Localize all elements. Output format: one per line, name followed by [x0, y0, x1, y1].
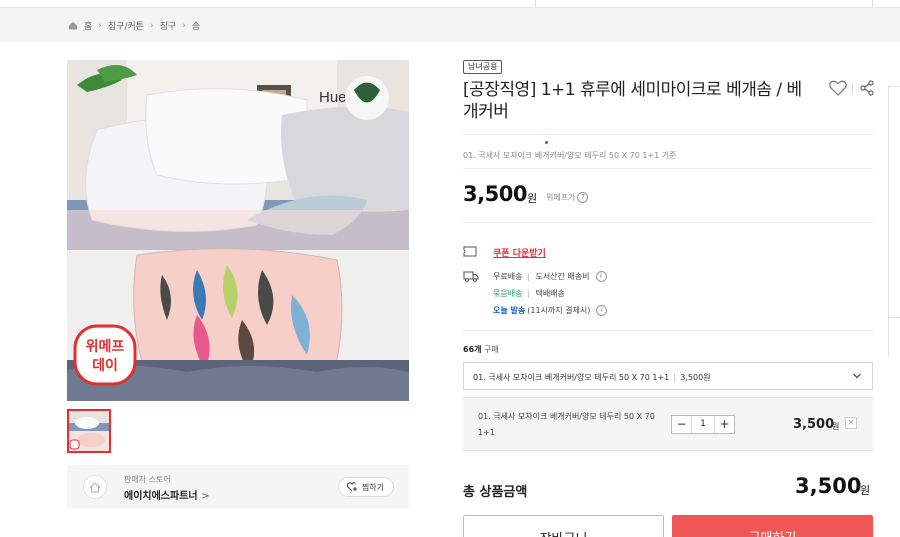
- quantity-value[interactable]: 1: [691, 416, 715, 433]
- side-rail-divider: [889, 317, 900, 318]
- selected-option-price-unit: 원: [832, 422, 840, 431]
- bookmark-label: 찜하기: [361, 482, 384, 492]
- selected-option-item: 01. 극세사 모자이크 베개커버/양모 테두리 50 X 70 1+1 − 1…: [463, 397, 873, 451]
- svg-text:데이: 데이: [92, 357, 118, 373]
- breadcrumb-bar: 홈 › 침구/커튼 › 침구 › 솜: [0, 8, 900, 42]
- buy-now-button[interactable]: 구매하기: [672, 515, 873, 537]
- info-icon[interactable]: i: [596, 305, 608, 316]
- product-photo: Hueruhe 위메프 데이: [67, 60, 409, 401]
- breadcrumb-item-home[interactable]: 홈: [84, 19, 92, 32]
- quantity-minus-button[interactable]: −: [672, 416, 691, 433]
- price-note-text: 위메프가: [546, 193, 576, 202]
- bookmark-store-button[interactable]: 찜하기: [337, 477, 394, 497]
- option-select-price: 3,500원: [680, 373, 711, 382]
- free-shipping-text: 무료배송: [493, 272, 523, 281]
- store-avatar: [83, 475, 107, 499]
- today-note-text: (11시까지 결제시): [527, 306, 591, 315]
- product-thumbnail[interactable]: [67, 409, 111, 453]
- chevron-down-icon: [853, 373, 861, 379]
- purchase-count-number: 66개: [463, 345, 482, 354]
- share-icon[interactable]: [860, 80, 874, 96]
- nav-divider: [872, 0, 873, 7]
- heart-icon[interactable]: [829, 80, 847, 96]
- today-dispatch-text: 오늘 발송: [493, 306, 526, 315]
- selected-option-price: 3,500: [793, 417, 835, 432]
- seller-store-box[interactable]: 판매자 스토어 에이치에스파트너 > 찜하기: [67, 465, 409, 509]
- top-nav-bar: [0, 0, 900, 8]
- shipping-row-bundle: 묶음배송 택배배송: [493, 288, 565, 299]
- option-select-text: 01. 극세사 모자이크 베개커버/양모 테두리 50 X 70 1+1: [473, 373, 670, 382]
- purchase-count-suffix: 구매: [484, 345, 499, 354]
- total-label: 총 상품금액: [463, 485, 528, 500]
- product-main-image[interactable]: Hueruhe 위메프 데이: [67, 60, 409, 401]
- quantity-plus-button[interactable]: +: [715, 416, 734, 433]
- nav-divider: [535, 0, 536, 7]
- separator: [528, 272, 530, 281]
- icon-divider: [852, 83, 853, 94]
- heart-plus-icon: [346, 482, 357, 492]
- price-note: 위메프가 ?: [546, 192, 589, 203]
- total-price-unit: 원: [860, 484, 871, 497]
- chevron-right-icon: >: [201, 491, 210, 502]
- product-title: [공장직영] 1+1 휴루에 세미마이크로 베개솜 / 베개커버: [463, 80, 802, 122]
- thumbnail-photo: [69, 411, 109, 451]
- coupon-icon: [463, 246, 477, 257]
- total-price: 3,500: [795, 474, 862, 498]
- breadcrumb-separator: ›: [182, 20, 186, 31]
- info-icon[interactable]: i: [595, 271, 607, 282]
- breadcrumb: 홈 › 침구/커튼 › 침구 › 솜: [68, 19, 200, 32]
- help-icon[interactable]: ?: [577, 192, 589, 203]
- breadcrumb-item-bedding-curtain[interactable]: 침구/커튼: [108, 19, 144, 32]
- island-fee-text: 도서산간 배송비: [535, 272, 590, 281]
- price-unit: 원: [527, 192, 538, 205]
- seller-name-text: 에이치에스파트너: [124, 491, 198, 502]
- notice-dot: [545, 141, 548, 144]
- shipping-row-today: 오늘 발송 (11시까지 결제시) i: [493, 305, 608, 316]
- bundle-shipping-text: 묶음배송: [493, 289, 523, 298]
- option-subtitle: 01. 극세사 모자이크 베개커버/양모 테두리 50 X 70 1+1 기준: [463, 151, 677, 160]
- breadcrumb-item-bedding[interactable]: 침구: [160, 19, 177, 32]
- remove-option-button[interactable]: ×: [845, 417, 857, 429]
- option-select-value: 01. 극세사 모자이크 베개커버/양모 테두리 50 X 70 1+1 3,5…: [473, 372, 711, 383]
- divider: [463, 222, 873, 223]
- seller-name[interactable]: 에이치에스파트너 >: [124, 487, 209, 502]
- purchase-count: 66개 구매: [463, 344, 499, 355]
- add-to-cart-button[interactable]: 장바구니: [463, 515, 664, 537]
- divider: [463, 134, 873, 135]
- shipping-row-free: 무료배송 도서산간 배송비 i: [493, 271, 607, 282]
- home-icon: [69, 22, 77, 30]
- gender-badge: 남녀공용: [463, 60, 503, 74]
- courier-text: 택배배송: [535, 289, 565, 298]
- coupon-download-link[interactable]: 쿠폰 다운받기: [493, 246, 546, 259]
- divider: [463, 330, 873, 331]
- svg-text:위메프: 위메프: [86, 338, 125, 354]
- divider: [463, 168, 873, 169]
- breadcrumb-separator: ›: [98, 20, 102, 31]
- quantity-stepper[interactable]: − 1 +: [671, 415, 735, 434]
- option-select[interactable]: 01. 극세사 모자이크 베개커버/양모 테두리 50 X 70 1+1 3,5…: [463, 362, 873, 390]
- store-home-icon: [89, 481, 101, 492]
- side-rail: [888, 86, 900, 356]
- breadcrumb-separator: ›: [150, 20, 154, 31]
- separator: [674, 373, 676, 382]
- separator: [528, 289, 530, 298]
- truck-icon: [463, 271, 479, 282]
- product-price: 3,500: [463, 182, 527, 206]
- seller-label: 판매자 스토어: [124, 475, 171, 484]
- selected-option-name: 01. 극세사 모자이크 베개커버/양모 테두리 50 X 70 1+1: [478, 412, 655, 437]
- breadcrumb-item-filling[interactable]: 솜: [192, 19, 200, 32]
